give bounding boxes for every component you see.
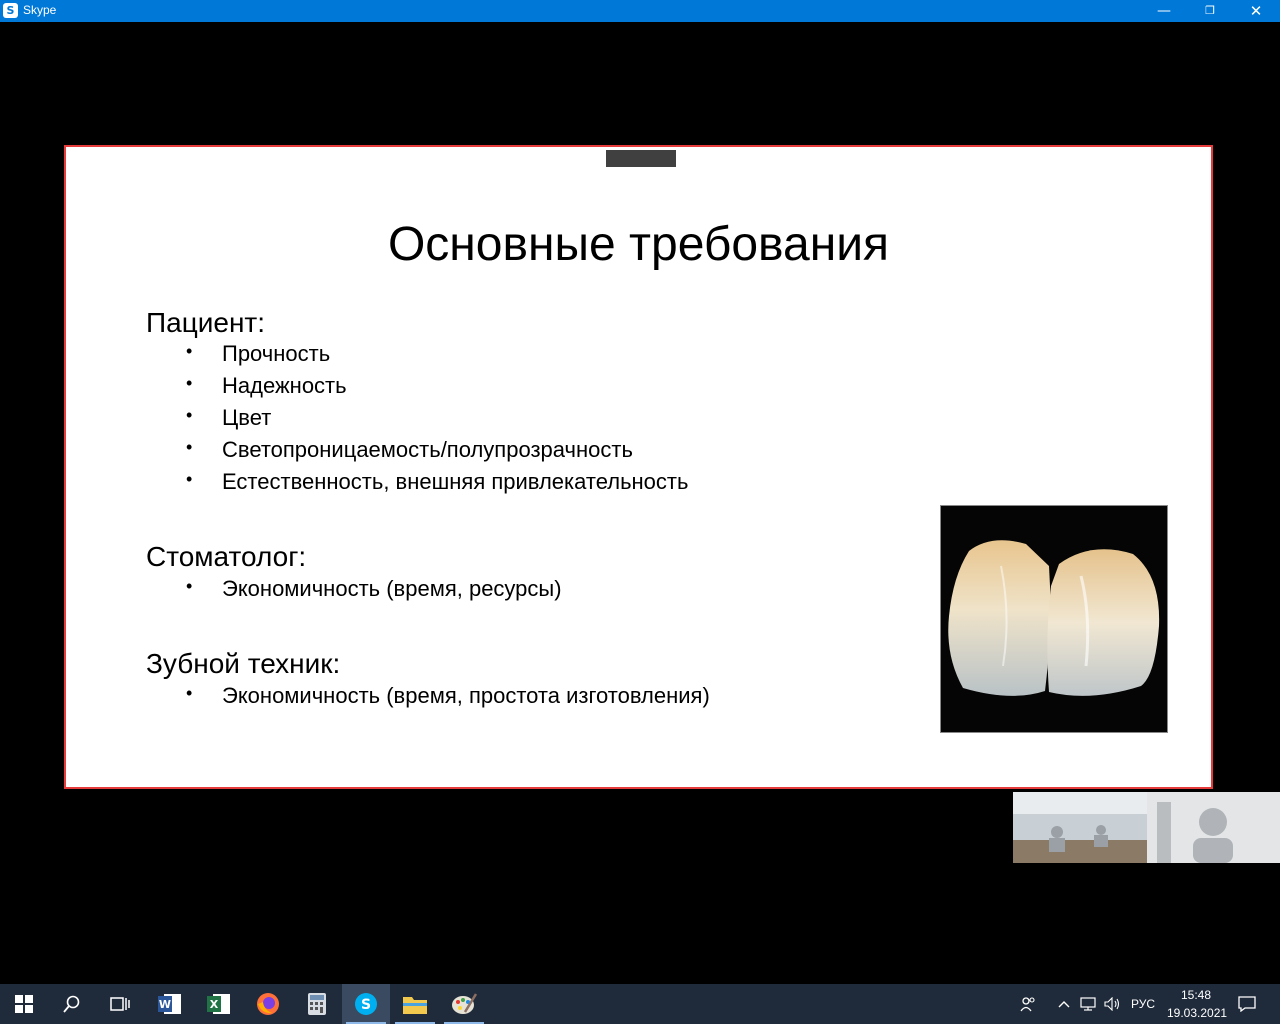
network-icon	[1080, 997, 1096, 1011]
close-icon: ✕	[1249, 2, 1263, 20]
list-item: • Светопроницаемость/полупрозрачность	[186, 437, 633, 462]
crowns-photo	[940, 505, 1168, 733]
bullet-icon: •	[186, 405, 193, 425]
taskbar-calculator[interactable]	[293, 984, 341, 1024]
list-item: • Экономичность (время, ресурсы)	[186, 576, 562, 601]
close-button[interactable]: ✕	[1233, 0, 1279, 22]
patient-requirements-list: • Прочность • Надежность • Цвет • Светопрони…	[186, 341, 688, 501]
skype-icon: S	[3, 3, 18, 18]
minimize-button[interactable]: —	[1141, 0, 1187, 22]
dentist-requirements-list: • Экономичность (время, ресурсы)	[186, 576, 562, 608]
notification-icon	[1238, 996, 1256, 1012]
list-item: • Цвет	[186, 405, 272, 430]
bullet-icon: •	[186, 373, 193, 393]
paint-icon	[452, 993, 477, 1014]
svg-text:X: X	[210, 998, 219, 1011]
clock-date[interactable]: 19.03.2021	[1167, 1006, 1227, 1020]
people-button[interactable]	[1008, 984, 1048, 1024]
taskbar-excel[interactable]: X	[195, 984, 243, 1024]
taskbar: W X S РУС 15:48 19.03.2021	[0, 984, 1280, 1024]
show-hidden-icons-button[interactable]	[1052, 984, 1076, 1024]
clock-time[interactable]: 15:48	[1181, 988, 1211, 1002]
section-heading-technician: Зубной техник:	[146, 648, 341, 679]
svg-text:W: W	[159, 998, 171, 1011]
bullet-icon: •	[186, 437, 193, 457]
minimize-icon: —	[1157, 3, 1171, 19]
taskbar-paint[interactable]	[440, 984, 488, 1024]
window-title: Skype	[23, 3, 57, 17]
bullet-icon: •	[186, 341, 193, 361]
window-titlebar: S Skype — ❐ ✕	[0, 0, 1280, 22]
bullet-icon: •	[186, 683, 193, 703]
word-icon: W	[158, 994, 181, 1014]
volume-button[interactable]	[1100, 984, 1126, 1024]
excel-icon: X	[207, 994, 230, 1014]
firefox-icon	[257, 993, 279, 1015]
restore-button[interactable]: ❐	[1187, 0, 1233, 22]
section-heading-patient: Пациент:	[146, 307, 266, 338]
task-view-icon	[110, 997, 130, 1011]
classroom-video[interactable]	[1013, 792, 1147, 863]
windows-start-icon	[15, 995, 33, 1013]
task-view-button[interactable]	[96, 984, 144, 1024]
people-icon	[1020, 997, 1035, 1012]
taskbar-word[interactable]: W	[146, 984, 194, 1024]
presenter-video[interactable]	[1147, 792, 1280, 863]
skype-icon: S	[355, 993, 377, 1015]
taskbar-file-explorer[interactable]	[391, 984, 439, 1024]
slide-top-tab	[606, 150, 676, 167]
list-item: • Экономичность (время, простота изготовл…	[186, 683, 710, 708]
bullet-icon: •	[186, 576, 193, 596]
chevron-up-icon	[1058, 1001, 1070, 1008]
input-language[interactable]: РУС	[1131, 997, 1155, 1011]
section-heading-dentist: Стоматолог:	[146, 541, 307, 572]
technician-requirements-list: • Экономичность (время, простота изготовл…	[186, 683, 710, 715]
volume-icon	[1104, 997, 1120, 1011]
restore-icon: ❐	[1205, 4, 1215, 17]
list-item: • Прочность	[186, 341, 331, 366]
calculator-icon	[308, 993, 326, 1015]
search-icon	[63, 995, 80, 1013]
bullet-icon: •	[186, 469, 193, 489]
slide-title: Основные требования	[387, 218, 890, 271]
file-explorer-icon	[403, 997, 427, 1014]
list-item: • Надежность	[186, 373, 347, 398]
shared-slide: Основные требования Пациент: • Прочность …	[64, 145, 1213, 789]
network-button[interactable]	[1076, 984, 1100, 1024]
start-button[interactable]	[0, 984, 48, 1024]
taskbar-firefox[interactable]	[244, 984, 292, 1024]
svg-text:S: S	[361, 997, 371, 1013]
action-center-button[interactable]	[1230, 984, 1264, 1024]
search-button[interactable]	[48, 984, 96, 1024]
list-item: • Естественность, внешняя привлекательнос…	[186, 469, 689, 494]
taskbar-skype[interactable]: S	[342, 984, 390, 1024]
